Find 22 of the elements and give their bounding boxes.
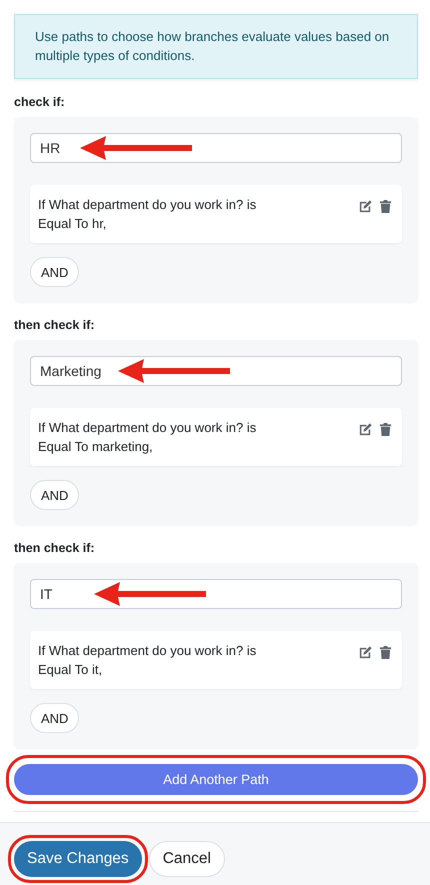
path-name-input[interactable]: Marketing [30,356,402,386]
path-label: then check if: [14,541,96,555]
condition-text: If What department do you work in? is Equal To it, [38,642,258,679]
condition-text: If What department do you work in? is Equal To hr, [38,196,258,233]
save-button[interactable]: Save Changes [14,841,142,877]
path-name-input[interactable]: IT [30,579,402,609]
trash-icon[interactable] [379,422,392,437]
path-label: check if: [14,95,66,109]
path-label: then check if: [14,318,96,332]
and-button[interactable]: AND [30,257,80,287]
and-button[interactable]: AND [30,703,80,733]
edit-icon[interactable] [358,199,373,214]
condition-text: If What department do you work in? is Equal To marketing, [38,419,258,456]
path-name-input[interactable]: HR [30,133,402,163]
trash-icon[interactable] [379,199,392,214]
cancel-button[interactable]: Cancel [148,841,225,877]
add-path-button[interactable]: Add Another Path [14,764,418,795]
and-button[interactable]: AND [30,480,80,510]
info-message: Use paths to choose how branches evaluate values based on multiple types of conditions. [14,14,418,79]
trash-icon[interactable] [379,645,392,660]
edit-icon[interactable] [358,645,373,660]
edit-icon[interactable] [358,422,373,437]
